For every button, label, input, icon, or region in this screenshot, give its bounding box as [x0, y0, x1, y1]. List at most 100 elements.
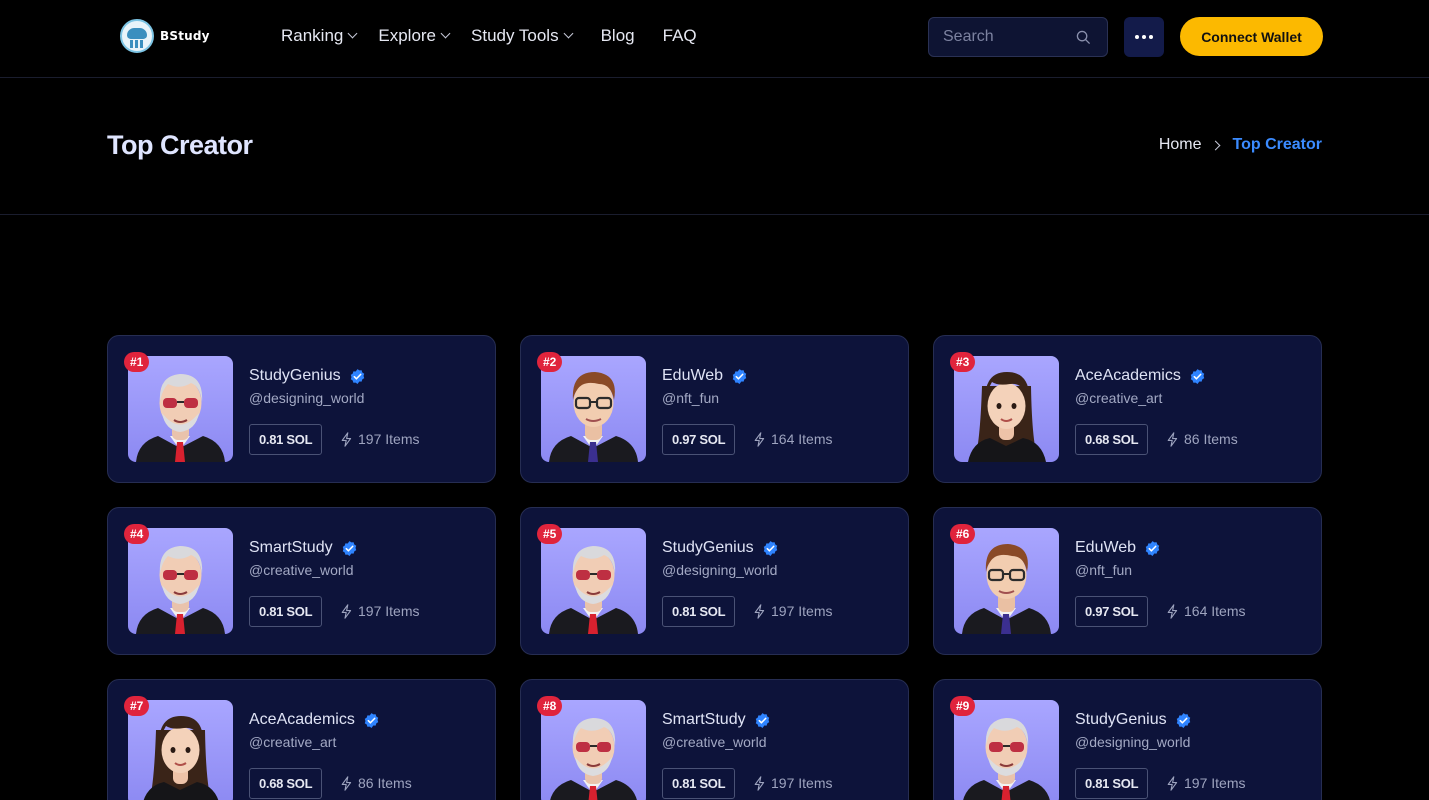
nav-ranking-label: Ranking	[281, 26, 344, 45]
creator-handle: @designing_world	[249, 390, 365, 406]
breadcrumb: Home Top Creator	[1159, 136, 1322, 154]
creator-handle: @creative_world	[249, 562, 354, 578]
creator-name[interactable]: StudyGenius	[662, 539, 754, 557]
price-badge: 0.81 SOL	[662, 596, 736, 627]
creator-avatar	[128, 356, 233, 462]
nav-study-tools[interactable]: Study Tools	[471, 26, 574, 46]
nav-blog[interactable]: Blog	[601, 26, 635, 46]
items-count: 197 Items	[754, 603, 832, 619]
logo-icon	[120, 19, 154, 53]
verified-badge-icon	[342, 540, 356, 556]
items-count: 197 Items	[341, 603, 419, 619]
items-count: 164 Items	[754, 431, 832, 447]
dot-icon	[1149, 35, 1153, 39]
price-badge: 0.81 SOL	[662, 768, 736, 799]
dot-icon	[1135, 35, 1139, 39]
creator-avatar	[954, 356, 1059, 462]
rank-badge: #5	[537, 524, 563, 544]
creator-name[interactable]: EduWeb	[1075, 539, 1136, 557]
creator-card-5[interactable]: #5 StudyGenius @designing_world 0.81 SOL…	[520, 507, 909, 655]
creator-name-row: EduWeb	[662, 367, 748, 385]
verified-badge-icon	[1145, 540, 1160, 556]
items-count-text: 164 Items	[771, 431, 833, 447]
lightning-icon	[754, 603, 765, 619]
creator-avatar	[128, 528, 233, 634]
creator-card-2[interactable]: #2 EduWeb @nft_fun 0.97 SOL 164 Items	[520, 335, 909, 483]
lightning-icon	[341, 775, 352, 791]
creator-avatar	[128, 700, 233, 800]
creator-card-1[interactable]: #1 StudyGenius @designing_world 0.81 SOL…	[107, 335, 496, 483]
items-count: 86 Items	[341, 775, 412, 791]
search-box	[928, 17, 1108, 57]
price-badge: 0.97 SOL	[662, 424, 736, 455]
page-title: Top Creator	[107, 130, 253, 160]
verified-badge-icon	[350, 368, 364, 384]
creator-handle: @creative_art	[1075, 390, 1163, 406]
chevron-down-icon	[563, 28, 574, 39]
main-nav: Ranking Explore Study Tools Blog FAQ	[281, 26, 697, 46]
creator-name-row: StudyGenius	[662, 539, 779, 557]
creator-name[interactable]: AceAcademics	[1075, 367, 1181, 385]
items-count: 197 Items	[341, 431, 419, 447]
nav-faq[interactable]: FAQ	[663, 26, 697, 46]
chevron-right-icon	[1210, 140, 1220, 150]
top-navbar: BStudy Ranking Explore Study Tools Blog …	[0, 0, 1429, 78]
lightning-icon	[1167, 775, 1178, 791]
page-header: Top Creator Home Top Creator	[0, 78, 1429, 215]
rank-badge: #3	[950, 352, 976, 372]
creator-card-6[interactable]: #6 EduWeb @nft_fun 0.97 SOL 164 Items	[933, 507, 1322, 655]
connect-wallet-button[interactable]: Connect Wallet	[1180, 17, 1323, 56]
lightning-icon	[341, 431, 352, 447]
nav-explore[interactable]: Explore	[378, 26, 451, 46]
creator-handle: @nft_fun	[1075, 562, 1133, 578]
creator-card-7[interactable]: #7 AceAcademics @creative_art 0.68 SOL 8…	[107, 679, 496, 800]
search-icon[interactable]	[1076, 30, 1091, 45]
search-input[interactable]	[943, 28, 1063, 46]
verified-badge-icon	[1190, 368, 1205, 384]
items-count-text: 197 Items	[358, 603, 420, 619]
creator-name-row: EduWeb	[1075, 539, 1161, 557]
creator-card-9[interactable]: #9 StudyGenius @designing_world 0.81 SOL…	[933, 679, 1322, 800]
creator-handle: @designing_world	[662, 562, 778, 578]
items-count: 164 Items	[1167, 603, 1245, 619]
verified-badge-icon	[763, 540, 777, 556]
items-count: 197 Items	[754, 775, 832, 791]
price-badge: 0.81 SOL	[249, 424, 323, 455]
price-badge: 0.68 SOL	[249, 768, 323, 799]
lightning-icon	[1167, 431, 1178, 447]
nav-ranking[interactable]: Ranking	[281, 26, 358, 46]
creator-name[interactable]: EduWeb	[662, 367, 723, 385]
logo[interactable]: BStudy	[120, 19, 210, 53]
rank-badge: #2	[537, 352, 563, 372]
creator-name-row: AceAcademics	[249, 711, 380, 729]
breadcrumb-home-link[interactable]: Home	[1159, 136, 1202, 154]
creator-name[interactable]: SmartStudy	[662, 711, 746, 729]
creator-name[interactable]: StudyGenius	[1075, 711, 1167, 729]
items-count-text: 197 Items	[1184, 775, 1246, 791]
creator-name[interactable]: AceAcademics	[249, 711, 355, 729]
rank-badge: #1	[124, 352, 150, 372]
nav-study-tools-label: Study Tools	[471, 26, 559, 45]
rank-badge: #4	[124, 524, 150, 544]
creator-name-row: SmartStudy	[249, 539, 358, 557]
creator-name[interactable]: StudyGenius	[249, 367, 341, 385]
rank-badge: #8	[537, 696, 563, 716]
items-count-text: 86 Items	[1184, 431, 1238, 447]
creator-card-4[interactable]: #4 SmartStudy @creative_world 0.81 SOL 1…	[107, 507, 496, 655]
creator-handle: @creative_world	[662, 734, 767, 750]
lightning-icon	[754, 775, 765, 791]
creator-name[interactable]: SmartStudy	[249, 539, 333, 557]
price-badge: 0.97 SOL	[1075, 596, 1149, 627]
logo-text: BStudy	[160, 29, 210, 43]
creator-name-row: SmartStudy	[662, 711, 771, 729]
items-count: 86 Items	[1167, 431, 1238, 447]
verified-badge-icon	[364, 712, 379, 728]
creator-card-8[interactable]: #8 SmartStudy @creative_world 0.81 SOL 1…	[520, 679, 909, 800]
creator-card-3[interactable]: #3 AceAcademics @creative_art 0.68 SOL 8…	[933, 335, 1322, 483]
rank-badge: #6	[950, 524, 976, 544]
creator-name-row: StudyGenius	[249, 367, 366, 385]
more-options-button[interactable]	[1124, 17, 1164, 57]
items-count: 197 Items	[1167, 775, 1245, 791]
nav-explore-label: Explore	[378, 26, 437, 45]
creator-handle: @nft_fun	[662, 390, 720, 406]
